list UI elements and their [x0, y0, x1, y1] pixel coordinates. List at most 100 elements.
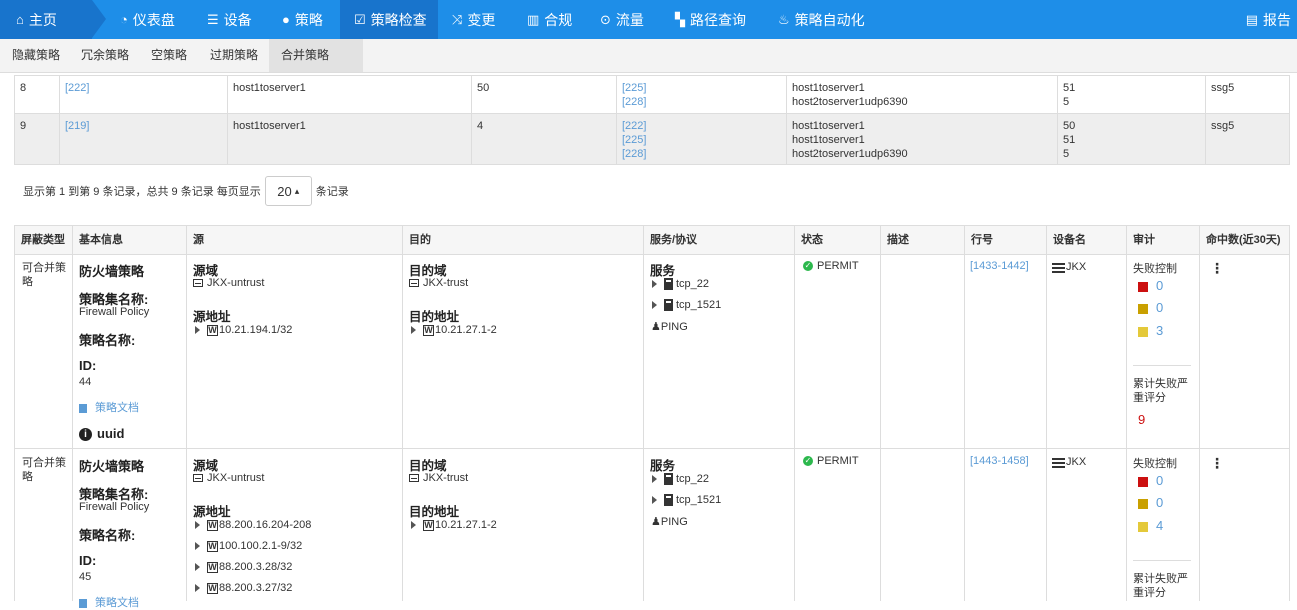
policy-detail-table: 屏蔽类型 基本信息 源 目的 服务/协议 状态 描述 行号 设备名 审计 命中数…: [14, 225, 1290, 609]
sub-nav: 隐藏策略 冗余策略 空策略 过期策略 合并策略: [0, 39, 1297, 73]
merge-names: host1toserver1 host2toserver1udp6390: [786, 76, 1057, 113]
check-doc-icon: ☑: [354, 11, 366, 27]
expand-icon: [411, 521, 416, 530]
src-addr[interactable]: W 88.200.3.28/32: [195, 561, 292, 573]
src-zone: JKX-untrust: [193, 472, 264, 484]
nav-report[interactable]: ▤ 报告: [1246, 0, 1291, 39]
audit-count: 3: [1156, 323, 1164, 338]
audit-high[interactable]: 0: [1138, 473, 1163, 488]
dst-addr-label: 目的地址: [409, 505, 460, 519]
device-name: JKX: [1066, 261, 1087, 273]
nav-automation[interactable]: ♨ 策略自动化: [778, 0, 865, 39]
merge-name: host1toserver1: [792, 120, 865, 132]
merge-id-link[interactable]: [228]: [622, 95, 781, 109]
merge-id-link[interactable]: [222]: [622, 119, 781, 133]
tab-expired-policy[interactable]: 过期策略: [198, 39, 270, 72]
policy-doc-link[interactable]: 策略文档: [79, 594, 139, 610]
audit-medium[interactable]: 0: [1138, 495, 1163, 510]
col-service: 服务/协议: [643, 226, 794, 254]
nav-compliance-label: 合规: [544, 11, 573, 28]
device-name: ssg5: [1205, 76, 1289, 113]
nav-compliance[interactable]: ▥ 合规: [527, 0, 572, 39]
audit-count: 0: [1156, 495, 1164, 510]
cum-score: 9: [1138, 412, 1146, 427]
service-item[interactable]: tcp_1521: [652, 299, 721, 312]
audit-low[interactable]: 4: [1138, 518, 1163, 533]
service-icon: [664, 278, 673, 291]
policy-name-label: 策略名称:: [79, 528, 136, 543]
more-actions-icon[interactable]: ⋮: [1210, 455, 1224, 472]
table-row: 8 [222] host1toserver1 50 [225] [228] ho…: [15, 76, 1289, 114]
network-object-icon: W: [423, 324, 434, 336]
device-name: JKX: [1066, 456, 1087, 468]
src-addr[interactable]: W 88.200.16.204-208: [195, 519, 311, 531]
status-value: PERMIT: [817, 260, 859, 272]
fail-ctrl-label: 失败控制: [1133, 458, 1177, 470]
policy-doc-link[interactable]: 策略文档: [79, 399, 139, 415]
pagination: 显示第 1 到第 9 条记录，总共 9 条记录 每页显示 20 ▴ 条记录: [23, 176, 349, 206]
service-item[interactable]: tcp_22: [652, 278, 709, 291]
nav-dashboard[interactable]: ◔ 仪表盘: [120, 0, 175, 39]
more-actions-icon[interactable]: ⋮: [1210, 260, 1224, 277]
policy-id-label: ID:: [79, 553, 97, 568]
audit-high[interactable]: 0: [1138, 278, 1163, 293]
audit-medium[interactable]: 0: [1138, 300, 1163, 315]
zone-icon: [193, 474, 203, 483]
network-object-icon: W: [207, 324, 218, 336]
table-row: 可合并策略 防火墙策略 策略集名称: Firewall Policy 策略名称:…: [14, 449, 1290, 609]
ping-label: PING: [660, 321, 688, 333]
ping-item: ♟PING: [651, 515, 688, 528]
nav-path-query-label: 路径查询: [690, 11, 746, 28]
merge-id-link[interactable]: [228]: [622, 147, 781, 161]
merge-id-link[interactable]: [225]: [622, 81, 781, 95]
page-size-select[interactable]: 20 ▴: [264, 176, 312, 206]
network-object-icon: W: [207, 540, 218, 552]
merge-names: host1toserver1 host1toserver1 host2toser…: [786, 114, 1057, 164]
nav-dashboard-label: 仪表盘: [132, 11, 175, 28]
nav-change[interactable]: ⤨ 变更: [452, 0, 495, 39]
service-name: tcp_1521: [676, 494, 722, 506]
network-object-icon: W: [423, 519, 434, 531]
tab-merge-policy[interactable]: 合并策略: [269, 39, 363, 72]
line-range-link[interactable]: [1433-1442]: [970, 260, 1029, 272]
src-addr[interactable]: W 100.100.2.1-9/32: [195, 540, 302, 552]
tab-empty-policy[interactable]: 空策略: [139, 39, 199, 72]
nav-home-arrow: [92, 0, 106, 38]
tab-hidden-policy[interactable]: 隐藏策略: [0, 39, 72, 72]
nav-devices[interactable]: ☰ 设备: [207, 0, 252, 39]
nav-policy[interactable]: ● 策略: [282, 0, 323, 39]
nav-path-query[interactable]: ▚ 路径查询: [675, 0, 746, 39]
merge-name: host1toserver1: [792, 134, 865, 146]
col-audit: 审计: [1126, 226, 1199, 254]
src-addr[interactable]: W 88.200.3.27/32: [195, 582, 292, 594]
row-number: 9: [20, 120, 27, 132]
dst-addr[interactable]: W 10.21.27.1-2: [411, 519, 497, 531]
expand-icon: [195, 542, 200, 551]
service-item[interactable]: tcp_22: [652, 473, 709, 486]
flame-icon: ♨: [778, 11, 790, 27]
policy-id-link[interactable]: [219]: [59, 114, 227, 164]
dst-addr[interactable]: W 10.21.27.1-2: [411, 324, 497, 336]
dst-zone: JKX-trust: [409, 472, 468, 484]
nav-home[interactable]: ⌂ 主页: [0, 0, 92, 39]
policy-id-link[interactable]: [222]: [59, 76, 227, 113]
policy-type: 防火墙策略: [79, 459, 145, 474]
merge-count: 51: [1063, 134, 1076, 146]
src-addr[interactable]: W 10.21.194.1/32: [195, 324, 292, 336]
nav-policy-check[interactable]: ☑ 策略检查: [340, 0, 438, 39]
severity-high-icon: [1138, 282, 1148, 293]
policy-name: host1toserver1: [227, 114, 471, 164]
service-item[interactable]: tcp_1521: [652, 494, 722, 507]
nav-traffic[interactable]: ⊙ 流量: [600, 0, 644, 39]
src-zone-name: JKX-untrust: [207, 472, 265, 484]
policy-doc-label: 策略文档: [95, 597, 139, 609]
network-object-icon: W: [207, 582, 218, 594]
audit-low[interactable]: 3: [1138, 323, 1163, 338]
line-range-link[interactable]: [1443-1458]: [970, 455, 1029, 467]
pager-suffix: 条记录: [315, 186, 349, 198]
merge-id-link[interactable]: [225]: [622, 133, 781, 147]
tab-redundant-policy[interactable]: 冗余策略: [69, 39, 141, 72]
merge-ids: [225] [228]: [616, 76, 786, 113]
uuid-label: uuid: [97, 426, 125, 441]
expand-icon: [411, 326, 416, 335]
